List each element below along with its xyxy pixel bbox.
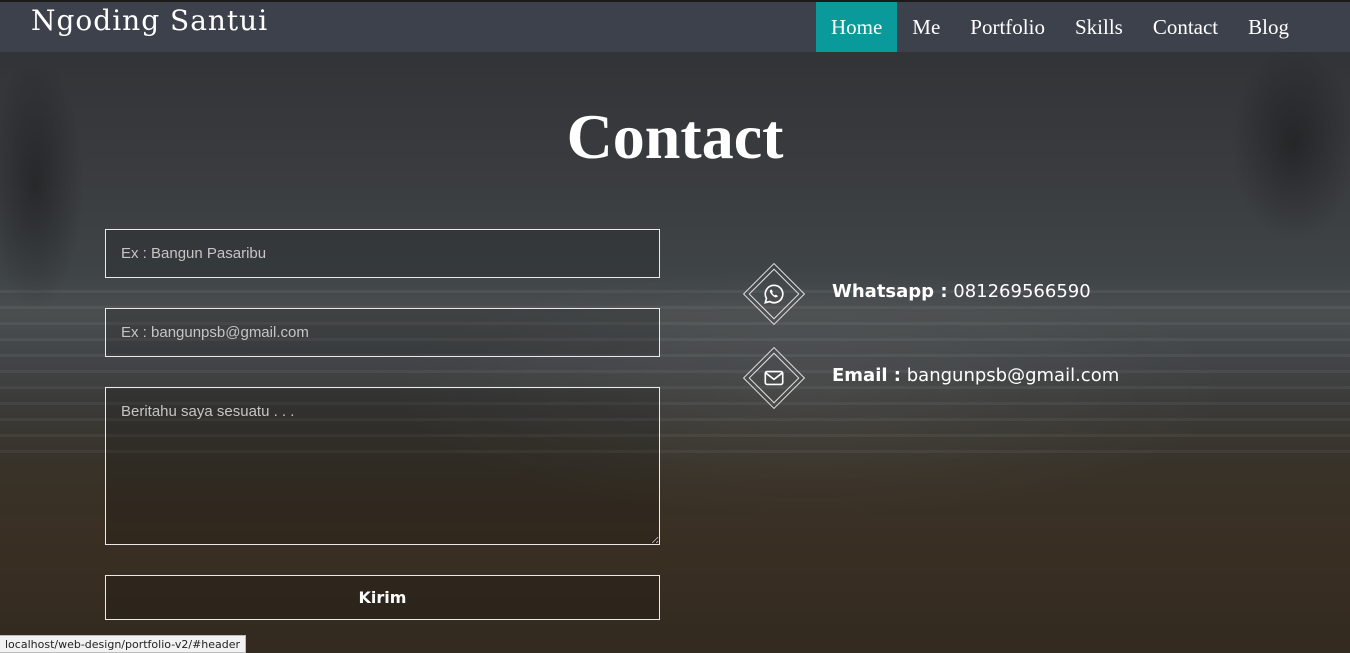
nav-link-portfolio[interactable]: Portfolio — [955, 2, 1060, 52]
navbar: Ngoding Santui Home Me Portfolio Skills … — [0, 0, 1350, 52]
email-value: bangunpsb@gmail.com — [906, 365, 1120, 386]
message-textarea[interactable] — [105, 387, 660, 545]
page-title: Contact — [566, 101, 784, 172]
whatsapp-text: Whatsapp : 081269566590 — [832, 281, 1091, 302]
nav-link-home[interactable]: Home — [815, 2, 898, 52]
submit-button[interactable]: Kirim — [105, 575, 660, 620]
nav-link-contact[interactable]: Contact — [1138, 2, 1233, 52]
nav-link-me[interactable]: Me — [897, 2, 955, 52]
nav-link-blog[interactable]: Blog — [1233, 2, 1304, 52]
envelope-icon — [764, 370, 784, 386]
palm-tree-left — [0, 40, 110, 400]
whatsapp-label: Whatsapp : — [832, 281, 948, 302]
email-label: Email : — [832, 365, 902, 386]
whatsapp-icon — [764, 284, 784, 304]
brand-logo[interactable]: Ngoding Santui — [31, 4, 268, 37]
email-input[interactable] — [105, 308, 660, 357]
email-text: Email : bangunpsb@gmail.com — [832, 365, 1119, 386]
whatsapp-value: 081269566590 — [953, 281, 1091, 302]
browser-status-bar: localhost/web-design/portfolio-v2/#heade… — [0, 635, 247, 653]
nav-links: Home Me Portfolio Skills Contact Blog — [815, 2, 1304, 52]
name-input[interactable] — [105, 229, 660, 278]
nav-link-skills[interactable]: Skills — [1060, 2, 1138, 52]
